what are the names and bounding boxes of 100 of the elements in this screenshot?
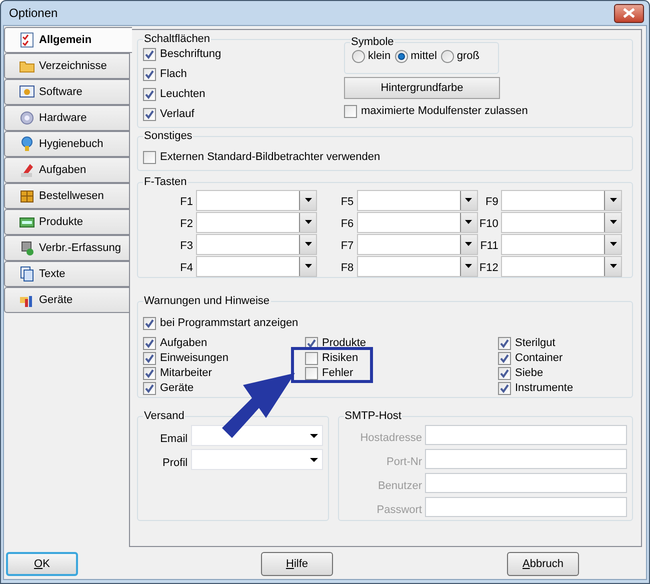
checkbox-label: Einweisungen — [160, 351, 228, 366]
close-icon — [623, 8, 635, 18]
field-label: Benutzer — [378, 480, 422, 493]
key-label: F2 — [180, 216, 193, 232]
dropdown-field[interactable] — [356, 234, 478, 254]
radio-button[interactable] — [440, 50, 454, 63]
checkbox[interactable] — [143, 337, 156, 350]
key-label: F6 — [340, 216, 354, 232]
field-label: Hostadresse — [360, 432, 422, 445]
checkbox-label: Externen Standard-Bildbetrachter verwenden — [160, 150, 380, 165]
key-label: F10 — [479, 216, 498, 232]
dropdown-field[interactable] — [501, 256, 622, 276]
field-label: Profil — [162, 457, 188, 470]
checkbox[interactable] — [305, 367, 318, 380]
tab[interactable]: Allgemein — [4, 27, 132, 53]
radio-button[interactable] — [394, 50, 408, 63]
field-label: Passwort — [376, 504, 422, 517]
checkbox-label: Container — [515, 351, 563, 366]
key-label: F3 — [180, 238, 193, 254]
tab[interactable]: Aufgaben — [4, 157, 130, 183]
key-label: F11 — [480, 238, 498, 254]
checkbox[interactable] — [305, 352, 318, 365]
key-label: F8 — [340, 260, 354, 276]
checkbox[interactable] — [143, 108, 156, 120]
dropdown-field[interactable] — [196, 234, 317, 254]
tab[interactable]: Verzeichnisse — [4, 53, 130, 79]
group-title: Sonstiges — [143, 129, 194, 143]
input-field[interactable] — [425, 473, 627, 493]
dialog-button[interactable]: OK — [6, 552, 78, 576]
input-field[interactable] — [425, 449, 627, 469]
group-title: SMTP-Host — [344, 409, 402, 423]
checkbox[interactable] — [143, 150, 156, 164]
checkbox[interactable] — [143, 48, 156, 60]
checkbox[interactable] — [498, 352, 511, 365]
checkbox-label: Flach — [160, 66, 187, 82]
checkbox-label: bei Programmstart anzeigen — [160, 316, 298, 332]
dropdown-field[interactable] — [356, 256, 478, 276]
dropdown-field[interactable] — [196, 212, 317, 232]
group-title: Symbole — [350, 35, 395, 49]
checkbox[interactable] — [143, 68, 156, 80]
checkbox-label: Aufgaben — [160, 336, 208, 352]
checkbox[interactable] — [498, 337, 511, 350]
dropdown-arrow-icon — [310, 434, 318, 438]
tab-icon — [19, 110, 35, 126]
tab[interactable]: Hardware — [4, 105, 130, 131]
close-button[interactable] — [614, 4, 644, 22]
checkbox[interactable] — [143, 382, 156, 395]
tab-icon — [19, 240, 35, 256]
checkbox[interactable] — [143, 88, 156, 100]
checkbox[interactable] — [344, 104, 357, 118]
field-label: Email — [160, 433, 188, 446]
dropdown-field[interactable] — [501, 234, 622, 254]
dropdown-arrow-icon — [310, 458, 318, 462]
tab[interactable]: Hygienebuch — [4, 131, 130, 157]
checkbox[interactable] — [143, 352, 156, 365]
group-title: Schaltflächen — [143, 32, 212, 46]
dropdown-field[interactable] — [501, 212, 622, 232]
checkbox-label: Fehler — [322, 366, 354, 382]
input-field[interactable] — [425, 497, 627, 517]
dialog-button[interactable]: Hilfe — [261, 552, 333, 576]
checkbox-label: Verlauf — [160, 106, 194, 122]
tab-icon — [19, 84, 35, 100]
key-label: F9 — [485, 194, 498, 210]
tab[interactable]: Produkte — [4, 209, 130, 235]
tab-icon — [19, 266, 35, 282]
dropdown-field[interactable] — [196, 190, 317, 210]
key-label: F7 — [340, 238, 354, 254]
checkbox-label: Sterilgut — [515, 336, 556, 352]
input-field[interactable] — [425, 425, 627, 445]
dropdown-field[interactable] — [190, 425, 323, 446]
checkbox[interactable] — [143, 317, 156, 330]
dropdown-field[interactable] — [356, 190, 478, 210]
key-label: F4 — [180, 260, 193, 276]
checkbox-label: Siebe — [515, 366, 544, 382]
tab-icon — [19, 162, 35, 178]
tab-icon — [19, 136, 35, 152]
checkbox-label: Instrumente — [515, 381, 574, 396]
radio-button[interactable] — [352, 50, 365, 63]
tab[interactable]: Texte — [4, 261, 130, 287]
background-color-button[interactable]: Hintergrundfarbe — [344, 77, 500, 99]
checkbox-label: maximierte Modulfenster zulassen — [361, 104, 528, 119]
checkbox-label: Produkte — [322, 336, 366, 352]
dropdown-field[interactable] — [356, 212, 478, 232]
radio-label: groß — [456, 49, 480, 64]
tab[interactable]: Geräte — [4, 287, 130, 313]
key-label: F1 — [180, 194, 193, 210]
checkbox[interactable] — [143, 367, 156, 380]
tab[interactable]: Software — [4, 79, 130, 105]
radio-label: mittel — [410, 49, 437, 64]
dropdown-field[interactable] — [196, 256, 317, 276]
dialog-button[interactable]: Abbruch — [507, 552, 579, 576]
tab[interactable]: Verbr.-Erfassung — [4, 235, 130, 261]
checkbox[interactable] — [498, 367, 511, 380]
checkbox[interactable] — [498, 382, 511, 395]
group-title: Versand — [143, 409, 186, 423]
dropdown-field[interactable] — [501, 190, 622, 210]
checkbox-label: Mitarbeiter — [160, 366, 212, 382]
tab[interactable]: Bestellwesen — [4, 183, 130, 209]
radio-label: klein — [368, 49, 391, 64]
dropdown-field[interactable] — [190, 449, 323, 470]
